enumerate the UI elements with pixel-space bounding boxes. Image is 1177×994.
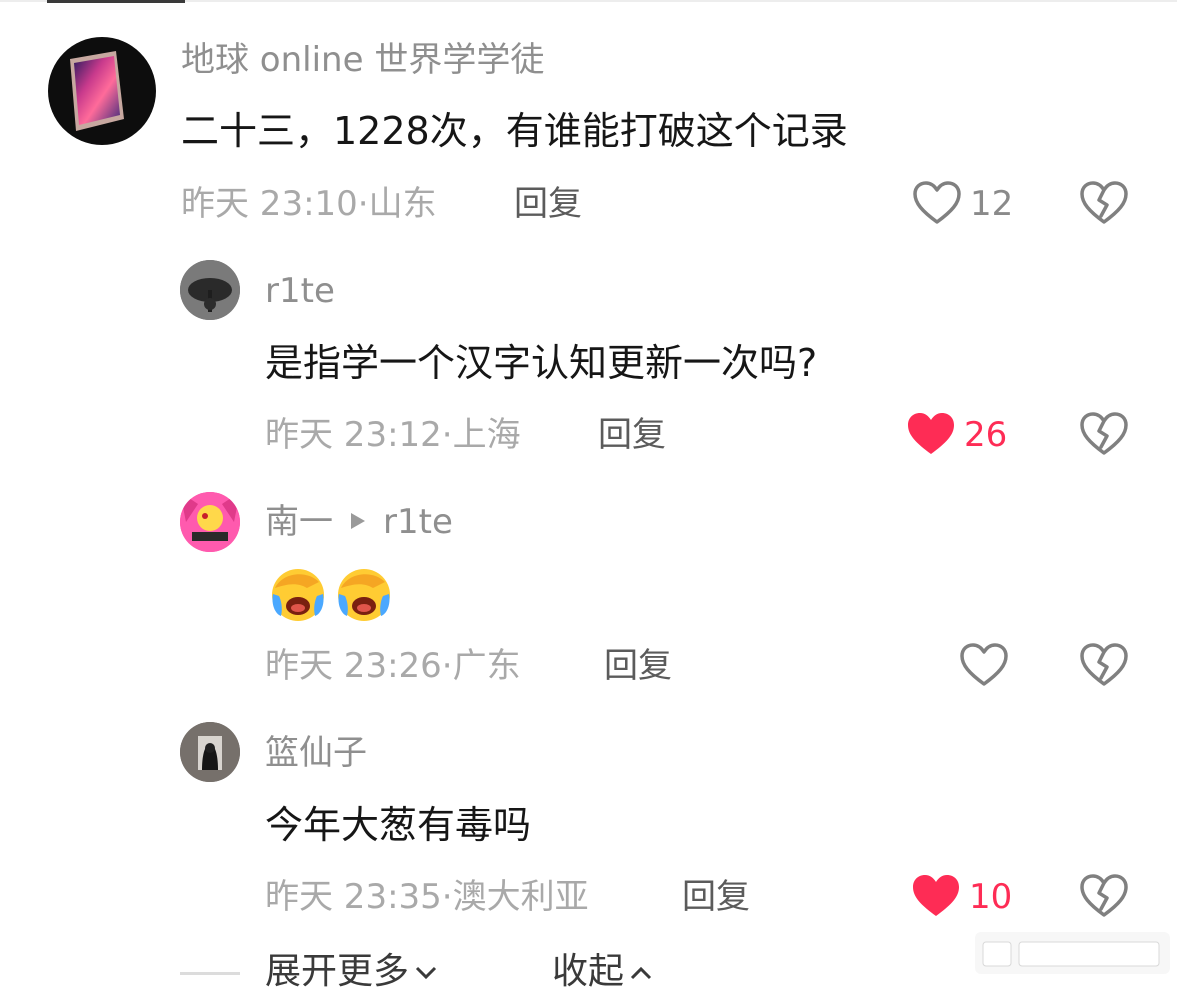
like-button[interactable]: [911, 873, 961, 923]
comment-meta: 昨天 23:10·山东: [181, 184, 437, 224]
username[interactable]: 篮仙子: [265, 733, 367, 773]
username[interactable]: 地球 online 世界学学徒: [181, 40, 544, 80]
reply-button[interactable]: 回复: [514, 184, 582, 224]
username[interactable]: 南一: [265, 502, 333, 542]
avatar[interactable]: [180, 492, 240, 552]
reply-arrow-icon: [351, 512, 365, 529]
heart-filled-icon: [913, 875, 959, 916]
location: 澳大利亚: [452, 877, 589, 917]
like-count: 26: [964, 415, 1008, 455]
chevron-down-icon: [415, 966, 437, 980]
heart-outline-icon: [913, 181, 961, 224]
timestamp: 昨天 23:35: [265, 877, 442, 917]
like-button[interactable]: [912, 180, 962, 230]
comment-text: 是指学一个汉字认知更新一次吗?: [265, 341, 818, 385]
footer-divider: [180, 972, 240, 975]
like-count: 12: [970, 184, 1014, 224]
heart-outline-icon: [960, 643, 1008, 686]
meta-separator: ·: [441, 877, 453, 917]
broken-heart-icon: [1080, 643, 1128, 686]
top-divider: [0, 0, 1177, 3]
comment-text: 二十三，1228次，有谁能打破这个记录: [181, 109, 848, 153]
reply-button[interactable]: 回复: [604, 646, 672, 686]
avatar[interactable]: [48, 37, 156, 145]
username[interactable]: r1te: [265, 271, 335, 311]
dislike-button[interactable]: [1079, 411, 1129, 461]
broken-heart-icon: [1080, 412, 1128, 455]
broken-heart-icon: [1080, 181, 1128, 224]
heart-filled-icon: [908, 413, 954, 454]
like-button[interactable]: [959, 642, 1009, 692]
reply-to-username[interactable]: r1te: [383, 502, 453, 542]
chevron-up-icon: [630, 966, 652, 980]
avatar[interactable]: [180, 260, 240, 320]
dislike-button[interactable]: [1079, 873, 1129, 923]
comment-text: 今年大葱有毒吗: [265, 803, 532, 847]
dislike-button[interactable]: [1079, 180, 1129, 230]
location: 山东: [368, 184, 437, 224]
comment-meta: 昨天 23:35·澳大利亚: [265, 877, 589, 917]
face-palm-crying-emoji: [333, 562, 395, 628]
comment-meta: 昨天 23:26·广东: [265, 646, 521, 686]
meta-separator: ·: [357, 184, 369, 224]
location: 广东: [452, 646, 521, 686]
collapse-button[interactable]: 收起: [552, 950, 654, 994]
expand-more-label: 展开更多: [265, 951, 410, 992]
dislike-button[interactable]: [1079, 642, 1129, 692]
timestamp: 昨天 23:12: [265, 415, 442, 455]
like-count: 10: [969, 877, 1013, 917]
like-button[interactable]: [906, 411, 956, 461]
expand-more-button[interactable]: 展开更多: [265, 950, 439, 994]
reply-button[interactable]: 回复: [598, 415, 666, 455]
meta-separator: ·: [441, 415, 453, 455]
timestamp: 昨天 23:26: [265, 646, 442, 686]
face-palm-crying-emoji: [267, 562, 329, 628]
comment-meta: 昨天 23:12·上海: [265, 415, 521, 455]
meta-separator: ·: [441, 646, 453, 686]
watermark-logo: [975, 932, 1170, 974]
collapse-label: 收起: [552, 951, 625, 992]
broken-heart-icon: [1080, 874, 1128, 917]
reply-button[interactable]: 回复: [682, 877, 750, 917]
location: 上海: [452, 415, 521, 455]
username-line: 南一 r1te: [265, 502, 453, 542]
avatar[interactable]: [180, 722, 240, 782]
timestamp: 昨天 23:10: [181, 184, 358, 224]
